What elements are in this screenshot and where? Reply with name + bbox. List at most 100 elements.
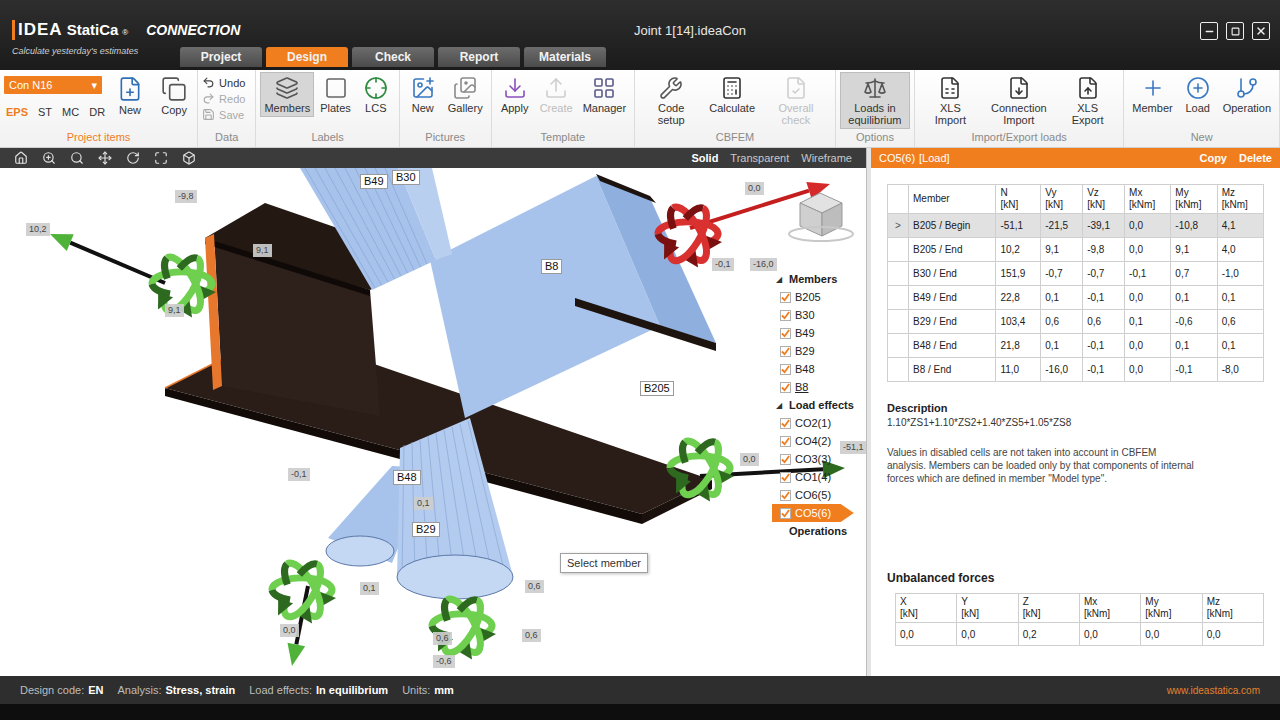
table-row[interactable]: B29 / End103,40,60,60,1-0,60,6 — [888, 310, 1264, 334]
table-cell[interactable]: -0,1 — [1083, 358, 1125, 382]
checkbox[interactable] — [780, 436, 791, 447]
table-cell[interactable]: 11,0 — [996, 358, 1041, 382]
table-cell[interactable]: 0,1 — [1171, 334, 1217, 358]
ribbon-button[interactable]: Load — [1179, 72, 1217, 117]
view-tool-icon[interactable] — [42, 151, 56, 165]
table-row[interactable]: B30 / End151,9-0,7-0,7-0,10,7-1,0 — [888, 262, 1264, 286]
ribbon-button[interactable]: Copy — [155, 72, 193, 131]
ribbon-small-button[interactable]: Undo — [202, 76, 251, 89]
checkbox[interactable] — [780, 508, 791, 519]
table-cell[interactable]: -51,1 — [996, 214, 1041, 238]
table-cell[interactable]: -21,5 — [1041, 214, 1083, 238]
maximize-button[interactable] — [1226, 22, 1244, 40]
table-cell[interactable]: 0,0 — [1125, 358, 1171, 382]
item-tab[interactable]: ST — [38, 106, 52, 118]
member-label[interactable]: B8 — [541, 259, 562, 274]
table-cell[interactable]: -8,0 — [1217, 358, 1263, 382]
table-cell[interactable]: 0,6 — [1041, 310, 1083, 334]
table-cell[interactable]: -10,8 — [1171, 214, 1217, 238]
table-cell[interactable]: 0,1 — [1041, 334, 1083, 358]
tree-item[interactable]: CO4(2) — [772, 432, 854, 450]
checkbox[interactable] — [780, 328, 791, 339]
checkbox[interactable] — [780, 490, 791, 501]
view-tool-icon[interactable] — [126, 151, 140, 165]
table-cell[interactable]: 0,0 — [1125, 214, 1171, 238]
tree-item[interactable]: CO2(1) — [772, 414, 854, 432]
tree-section[interactable]: ◢Load effects — [776, 396, 854, 414]
table-cell[interactable]: 21,8 — [996, 334, 1041, 358]
checkbox[interactable] — [780, 310, 791, 321]
ribbon-button[interactable]: Plates — [316, 72, 355, 117]
tree-item[interactable]: CO5(6) — [772, 504, 854, 522]
ribbon-button[interactable]: Member — [1128, 72, 1176, 117]
main-tab[interactable]: Materials — [524, 47, 606, 67]
checkbox[interactable] — [780, 454, 791, 465]
checkbox[interactable] — [780, 418, 791, 429]
tree-item[interactable]: B205 — [772, 288, 854, 306]
ribbon-button[interactable]: Connection Import — [984, 72, 1054, 129]
checkbox[interactable] — [780, 472, 791, 483]
main-tab[interactable]: Project — [180, 47, 262, 67]
tree-item[interactable]: B8 — [772, 378, 854, 396]
table-cell[interactable]: 4,0 — [1217, 238, 1263, 262]
ribbon-button[interactable]: XLS Export — [1056, 72, 1120, 129]
minimize-button[interactable] — [1200, 22, 1218, 40]
view-mode[interactable]: Solid — [691, 152, 718, 164]
table-cell[interactable]: -0,6 — [1171, 310, 1217, 334]
ribbon-button[interactable]: Apply — [496, 72, 534, 117]
ribbon-button[interactable]: New — [111, 72, 149, 131]
table-cell[interactable]: -1,0 — [1217, 262, 1263, 286]
model-3d-view[interactable] — [0, 168, 866, 676]
checkbox[interactable] — [780, 346, 791, 357]
table-cell[interactable]: 0,1 — [1217, 334, 1263, 358]
view-mode[interactable]: Transparent — [730, 152, 789, 164]
connection-select[interactable]: Con N16▾ — [4, 76, 102, 94]
table-row[interactable]: B48 / End21,80,1-0,10,00,10,1 — [888, 334, 1264, 358]
ribbon-button[interactable]: Operation — [1219, 72, 1275, 117]
table-row[interactable]: B49 / End22,80,1-0,10,00,10,1 — [888, 286, 1264, 310]
member-label[interactable]: B49 — [360, 174, 388, 189]
table-cell[interactable]: -16,0 — [1041, 358, 1083, 382]
tree-item[interactable]: B49 — [772, 324, 854, 342]
view-tool-icon[interactable] — [98, 151, 112, 165]
table-cell[interactable]: -0,1 — [1171, 358, 1217, 382]
panel-action[interactable]: Copy — [1199, 152, 1227, 164]
table-row[interactable]: B8 / End11,0-16,0-0,10,0-0,1-8,0 — [888, 358, 1264, 382]
main-tab[interactable]: Report — [438, 47, 520, 67]
tree-item[interactable]: B29 — [772, 342, 854, 360]
table-cell[interactable]: 0,1 — [1217, 286, 1263, 310]
table-row[interactable]: >B205 / Begin-51,1-21,5-39,10,0-10,84,1 — [888, 214, 1264, 238]
table-cell[interactable]: 0,0 — [1125, 238, 1171, 262]
checkbox[interactable] — [780, 364, 791, 375]
ribbon-button[interactable]: Calculate — [705, 72, 759, 117]
table-cell[interactable]: -0,1 — [1083, 334, 1125, 358]
ribbon-button[interactable]: Code setup — [639, 72, 703, 129]
main-tab[interactable]: Check — [352, 47, 434, 67]
tree-item[interactable]: B48 — [772, 360, 854, 378]
ribbon-button[interactable]: XLS Import — [919, 72, 982, 129]
table-cell[interactable]: 0,1 — [1041, 286, 1083, 310]
table-cell[interactable]: 0,7 — [1171, 262, 1217, 286]
tree-item[interactable]: B30 — [772, 306, 854, 324]
member-label[interactable]: B48 — [393, 470, 421, 485]
view-tool-icon[interactable] — [70, 151, 84, 165]
checkbox[interactable] — [780, 292, 791, 303]
view-cube-icon[interactable] — [789, 193, 853, 241]
table-cell[interactable]: 9,1 — [1041, 238, 1083, 262]
table-cell[interactable]: -39,1 — [1083, 214, 1125, 238]
table-cell[interactable]: -9,8 — [1083, 238, 1125, 262]
member-label[interactable]: B30 — [392, 170, 420, 185]
table-cell[interactable]: 0,0 — [1125, 286, 1171, 310]
table-cell[interactable]: -0,1 — [1125, 262, 1171, 286]
view-tool-icon[interactable] — [182, 151, 196, 165]
tree-item[interactable]: CO1(4) — [772, 468, 854, 486]
member-label[interactable]: B205 — [640, 381, 674, 396]
table-cell[interactable]: 0,1 — [1125, 310, 1171, 334]
ribbon-button[interactable]: Manager — [579, 72, 630, 117]
ribbon-button[interactable]: LCS — [357, 72, 395, 117]
table-cell[interactable]: 103,4 — [996, 310, 1041, 334]
table-cell[interactable]: 0,1 — [1171, 286, 1217, 310]
main-tab[interactable]: Design — [266, 47, 348, 67]
tree-item[interactable]: CO3(3) — [772, 450, 854, 468]
table-cell[interactable]: 0,6 — [1083, 310, 1125, 334]
